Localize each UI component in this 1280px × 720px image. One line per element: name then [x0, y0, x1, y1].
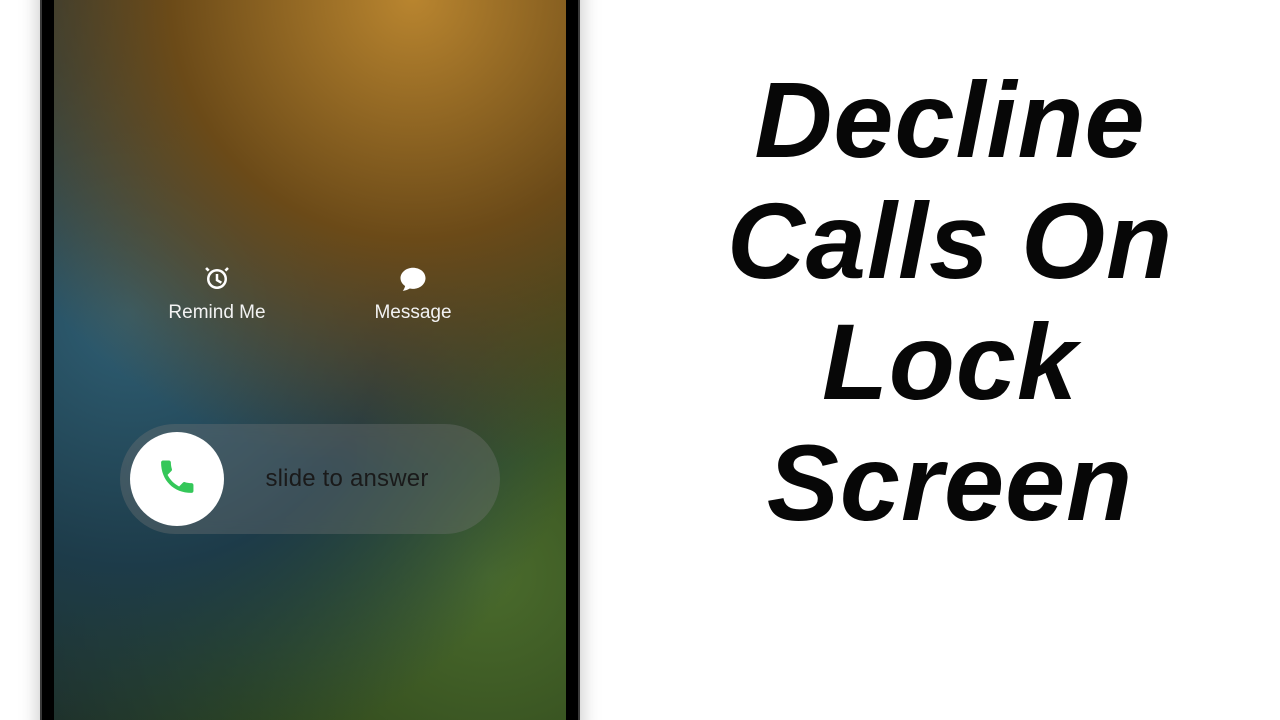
answer-knob[interactable]	[130, 432, 224, 526]
canvas: Remind Me Message slide to answer	[0, 0, 1280, 720]
alarm-clock-icon	[202, 264, 232, 294]
quick-action-row: Remind Me Message	[54, 264, 566, 324]
thumbnail-headline: Decline Calls On Lock Screen	[640, 60, 1260, 544]
remind-me-label: Remind Me	[168, 302, 265, 324]
message-button[interactable]: Message	[374, 264, 451, 324]
slide-to-answer-label: slide to answer	[224, 465, 490, 493]
speech-bubble-icon	[398, 264, 428, 294]
message-label: Message	[374, 302, 451, 324]
phone-frame: Remind Me Message slide to answer	[40, 0, 580, 720]
lock-screen-wallpaper: Remind Me Message slide to answer	[54, 0, 566, 720]
slide-to-answer[interactable]: slide to answer	[120, 424, 500, 534]
phone-handset-icon	[156, 456, 198, 503]
remind-me-button[interactable]: Remind Me	[168, 264, 265, 324]
